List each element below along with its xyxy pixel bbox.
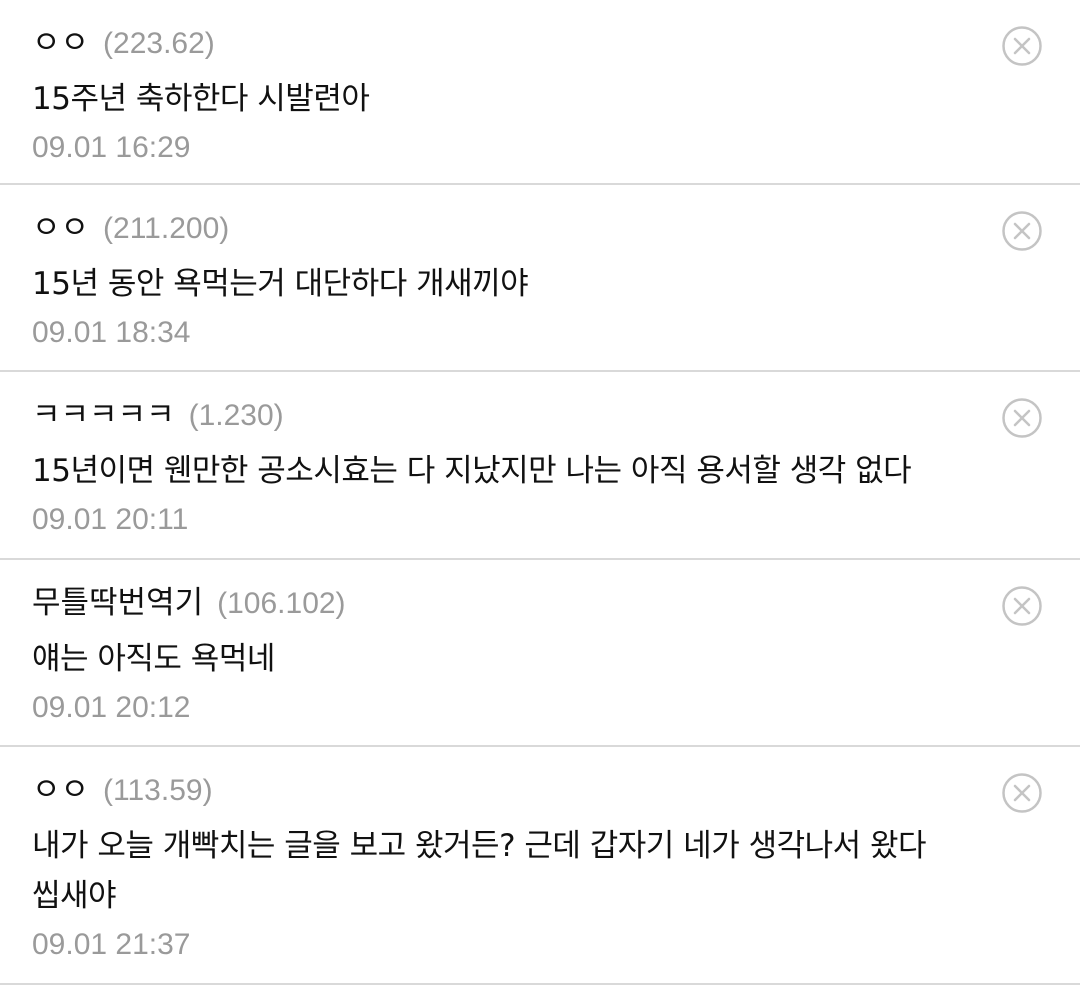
delete-comment-button[interactable] bbox=[1002, 586, 1042, 626]
comment-ip: (113.59) bbox=[103, 774, 213, 807]
comment-item: ㅇㅇ (211.200) 15년 동안 욕먹는거 대단하다 개새끼야 09.01… bbox=[0, 185, 1080, 372]
comment-header: ㅇㅇ (223.62) bbox=[32, 20, 980, 66]
comment-item: ㅇㅇ (113.59) 내가 오늘 개빡치는 글을 보고 왔거든? 근데 갑자기… bbox=[0, 747, 1080, 985]
delete-comment-button[interactable] bbox=[1002, 773, 1042, 813]
comment-text: 15년이면 웬만한 공소시효는 다 지났지만 나는 아직 용서할 생각 없다 bbox=[32, 453, 912, 489]
comment-ip: (223.62) bbox=[103, 27, 215, 60]
comment-text: 얘는 아직도 욕먹네 bbox=[32, 641, 275, 677]
comment-ip: (1.230) bbox=[188, 399, 284, 432]
comment-nickname[interactable]: 무틀딱번역기 bbox=[32, 580, 203, 626]
delete-comment-button[interactable] bbox=[1002, 26, 1042, 66]
comment-item: ㅇㅇ (223.62) 15주년 축하한다 시발련아 09.01 16:29 bbox=[0, 0, 1080, 185]
close-circle-icon bbox=[1002, 26, 1042, 66]
comment-ip: (106.102) bbox=[217, 587, 346, 620]
comment-timestamp: 09.01 20:12 bbox=[32, 691, 191, 724]
comment-timestamp: 09.01 18:34 bbox=[32, 316, 191, 349]
comment-header: ㅇㅇ (113.59) bbox=[32, 767, 980, 813]
comment-header: 무틀딱번역기 (106.102) bbox=[32, 580, 980, 626]
comment-item: ㅋㅋㅋㅋㅋ (1.230) 15년이면 웬만한 공소시효는 다 지났지만 나는 … bbox=[0, 372, 1080, 560]
close-circle-icon bbox=[1002, 211, 1042, 251]
comment-nickname[interactable]: ㅋㅋㅋㅋㅋ bbox=[32, 392, 175, 438]
comment-item: 무틀딱번역기 (106.102) 얘는 아직도 욕먹네 09.01 20:12 bbox=[0, 560, 1080, 747]
close-circle-icon bbox=[1002, 398, 1042, 438]
comment-nickname[interactable]: ㅇㅇ bbox=[32, 205, 89, 251]
delete-comment-button[interactable] bbox=[1002, 211, 1042, 251]
comment-nickname[interactable]: ㅇㅇ bbox=[32, 20, 89, 66]
comment-list: ㅇㅇ (223.62) 15주년 축하한다 시발련아 09.01 16:29 ㅇ… bbox=[0, 0, 1080, 985]
comment-header: ㅇㅇ (211.200) bbox=[32, 205, 980, 251]
comment-header: ㅋㅋㅋㅋㅋ (1.230) bbox=[32, 392, 980, 438]
comment-text: 15주년 축하한다 시발련아 bbox=[32, 81, 370, 117]
comment-ip: (211.200) bbox=[103, 212, 230, 245]
comment-text: 15년 동안 욕먹는거 대단하다 개새끼야 bbox=[32, 266, 529, 302]
comment-timestamp: 09.01 21:37 bbox=[32, 928, 191, 961]
close-circle-icon bbox=[1002, 586, 1042, 626]
delete-comment-button[interactable] bbox=[1002, 398, 1042, 438]
comment-timestamp: 09.01 16:29 bbox=[32, 131, 191, 164]
comment-text: 내가 오늘 개빡치는 글을 보고 왔거든? 근데 갑자기 네가 생각나서 왔다 … bbox=[32, 828, 927, 914]
comment-timestamp: 09.01 20:11 bbox=[32, 503, 189, 536]
close-circle-icon bbox=[1002, 773, 1042, 813]
comment-nickname[interactable]: ㅇㅇ bbox=[32, 767, 89, 813]
